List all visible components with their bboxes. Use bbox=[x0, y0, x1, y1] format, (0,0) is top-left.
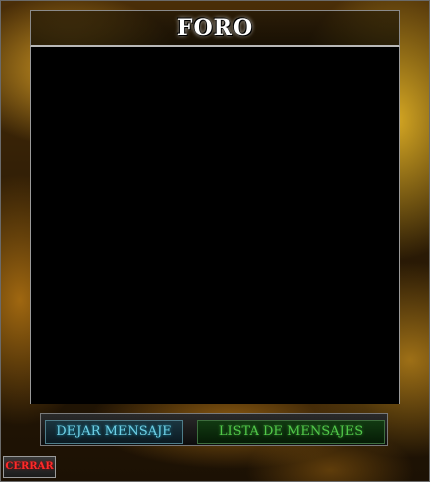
leave-message-button[interactable]: DEJAR MENSAJE bbox=[45, 420, 183, 444]
forum-content-panel bbox=[30, 47, 400, 404]
window-title: FORO bbox=[176, 15, 254, 41]
message-list-button[interactable]: LISTA DE MENSAJES bbox=[197, 420, 385, 444]
forum-window: FORO DEJAR MENSAJE LISTA DE MENSAJES CER… bbox=[0, 0, 430, 482]
forum-tab-strip: DEJAR MENSAJE LISTA DE MENSAJES bbox=[40, 413, 388, 446]
close-button[interactable]: CERRAR bbox=[3, 456, 56, 478]
title-bar: FORO bbox=[30, 10, 400, 47]
